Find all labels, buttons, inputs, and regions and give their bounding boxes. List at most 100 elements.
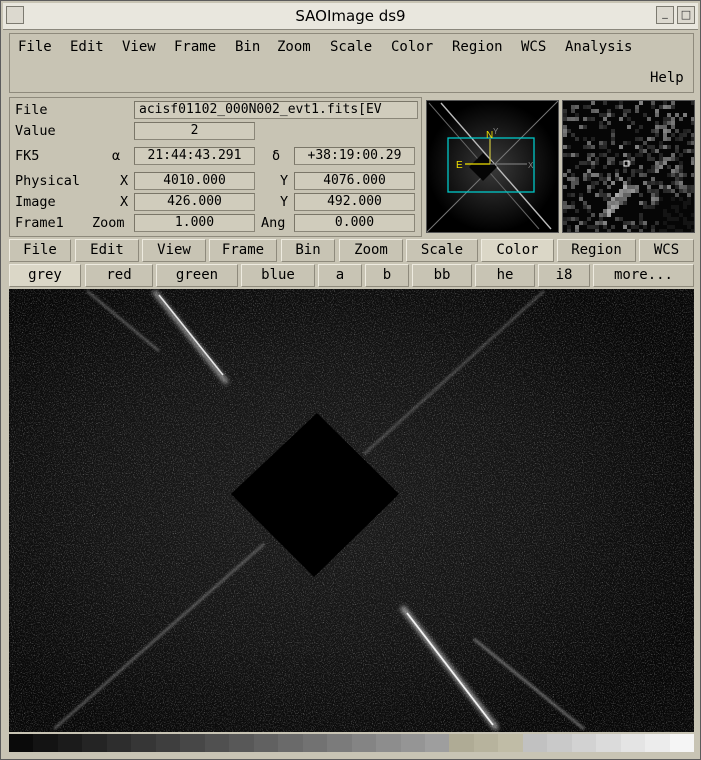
magnifier-pixel bbox=[615, 205, 619, 209]
magnifier-pixel bbox=[671, 213, 675, 217]
magnifier-pixel bbox=[635, 121, 639, 125]
colormap-bb[interactable]: bb bbox=[412, 264, 472, 287]
button-file[interactable]: File bbox=[9, 239, 71, 262]
menu-help[interactable]: Help bbox=[650, 70, 684, 86]
magnifier-pixel bbox=[611, 221, 615, 225]
magnifier-pixel bbox=[615, 129, 619, 133]
magnifier-pixel bbox=[635, 117, 639, 121]
menu-analysis[interactable]: Analysis bbox=[565, 39, 632, 55]
button-region[interactable]: Region bbox=[557, 239, 636, 262]
magnifier-pixel bbox=[647, 173, 651, 177]
magnifier-pixel bbox=[687, 101, 691, 105]
magnifier-pixel bbox=[567, 113, 571, 117]
info-panel: File acisf01102_000N002_evt1.fits[EV Val… bbox=[9, 97, 422, 237]
menu-frame[interactable]: Frame bbox=[174, 39, 216, 55]
menu-edit[interactable]: Edit bbox=[70, 39, 104, 55]
magnifier-pixel bbox=[655, 197, 659, 201]
magnifier-pixel bbox=[599, 149, 603, 153]
colormap-red[interactable]: red bbox=[85, 264, 153, 287]
colorbar-segment bbox=[400, 734, 425, 752]
menu-view[interactable]: View bbox=[122, 39, 156, 55]
magnifier-pixel bbox=[691, 217, 695, 221]
magnifier-pixel bbox=[655, 181, 659, 185]
menu-region[interactable]: Region bbox=[452, 39, 503, 55]
image-display[interactable] bbox=[9, 289, 694, 732]
magnifier-pixel bbox=[663, 109, 667, 113]
button-color[interactable]: Color bbox=[481, 239, 554, 262]
button-frame[interactable]: Frame bbox=[209, 239, 277, 262]
button-view[interactable]: View bbox=[142, 239, 206, 262]
maximize-button[interactable]: □ bbox=[677, 6, 695, 24]
button-scale[interactable]: Scale bbox=[406, 239, 478, 262]
magnifier-pixel bbox=[647, 149, 651, 153]
colormap-b[interactable]: b bbox=[365, 264, 409, 287]
magnifier-pixel bbox=[571, 105, 575, 109]
magnifier-pixel bbox=[567, 205, 571, 209]
magnifier-pixel bbox=[571, 165, 575, 169]
magnifier-pixel bbox=[651, 209, 655, 213]
magnifier-pixel bbox=[595, 213, 599, 217]
magnifier-pixel bbox=[647, 221, 651, 225]
magnifier-pixel bbox=[607, 125, 611, 129]
magnifier-pixel bbox=[675, 125, 679, 129]
colorbar[interactable] bbox=[9, 734, 695, 752]
magnifier-pixel bbox=[679, 209, 683, 213]
magnifier-pixel bbox=[583, 201, 587, 205]
magnifier-pixel bbox=[583, 165, 587, 169]
colormap-a[interactable]: a bbox=[318, 264, 362, 287]
magnifier-pixel bbox=[579, 181, 583, 185]
button-bin[interactable]: Bin bbox=[281, 239, 335, 262]
magnifier-pixel bbox=[619, 173, 623, 177]
magnifier-pixel bbox=[619, 137, 623, 141]
magnifier-pixel bbox=[675, 149, 679, 153]
button-wcs[interactable]: WCS bbox=[639, 239, 694, 262]
magnifier-pixel bbox=[611, 109, 615, 113]
button-zoom[interactable]: Zoom bbox=[339, 239, 403, 262]
magnifier-pixel bbox=[647, 229, 651, 233]
colorbar-segment bbox=[620, 734, 646, 752]
menu-bin[interactable]: Bin bbox=[235, 39, 260, 55]
magnifier-pixel bbox=[587, 121, 591, 125]
colormap-grey[interactable]: grey bbox=[9, 264, 81, 287]
magnifier-pixel bbox=[683, 201, 687, 205]
magnifier-pixel bbox=[687, 189, 691, 193]
magnifier-pixel bbox=[667, 173, 671, 177]
magnifier-pixel bbox=[595, 101, 599, 105]
magnifier-pixel bbox=[675, 117, 679, 121]
magnifier-pixel bbox=[587, 137, 591, 141]
panner-view[interactable]: N E X Y bbox=[426, 100, 559, 233]
magnifier-pixel bbox=[683, 193, 687, 197]
magnifier-pixel bbox=[671, 225, 675, 229]
magnifier-pixel bbox=[607, 153, 611, 157]
colormap-i8[interactable]: i8 bbox=[538, 264, 590, 287]
magnifier-pixel bbox=[563, 181, 567, 185]
magnifier-pixel bbox=[655, 137, 659, 141]
magnifier-pixel bbox=[599, 113, 603, 117]
menu-wcs[interactable]: WCS bbox=[521, 39, 546, 55]
magnifier-pixel bbox=[667, 133, 671, 137]
colormap-more[interactable]: more... bbox=[593, 264, 694, 287]
colormap-green[interactable]: green bbox=[156, 264, 238, 287]
magnifier-pixel bbox=[579, 157, 583, 161]
magnifier-pixel bbox=[627, 105, 631, 109]
title-bar[interactable]: SAOImage ds9 _ □ bbox=[3, 3, 698, 30]
magnifier-pixel bbox=[647, 213, 651, 217]
magnifier-pixel bbox=[683, 101, 687, 105]
menu-color[interactable]: Color bbox=[391, 39, 433, 55]
magnifier-pixel bbox=[587, 197, 591, 201]
magnifier-pixel bbox=[667, 169, 671, 173]
magnifier-pixel bbox=[571, 157, 575, 161]
menu-file[interactable]: File bbox=[18, 39, 52, 55]
magnifier-pixel bbox=[567, 189, 571, 193]
magnifier-pixel bbox=[671, 145, 675, 149]
magnifier-pixel bbox=[563, 165, 567, 169]
magnifier-pixel bbox=[575, 181, 579, 185]
magnifier-pixel bbox=[611, 229, 615, 233]
menu-zoom[interactable]: Zoom bbox=[277, 39, 311, 55]
magnifier-pixel bbox=[671, 141, 675, 145]
colormap-he[interactable]: he bbox=[475, 264, 535, 287]
button-edit[interactable]: Edit bbox=[75, 239, 139, 262]
menu-scale[interactable]: Scale bbox=[330, 39, 372, 55]
minimize-button[interactable]: _ bbox=[656, 6, 674, 24]
colormap-blue[interactable]: blue bbox=[241, 264, 315, 287]
